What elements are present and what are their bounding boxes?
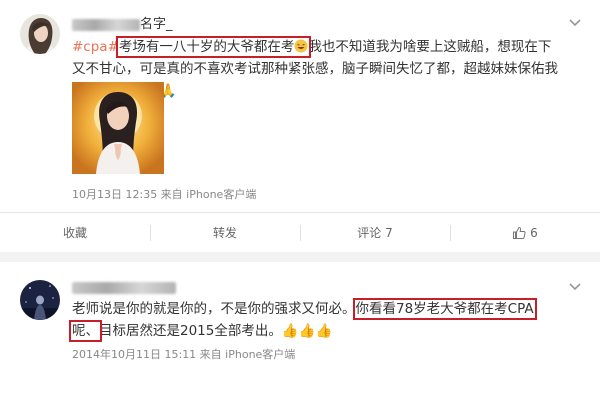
repost-label: 转发 <box>212 226 237 240</box>
post-meta: 2014年10月11日 15:11 来自 iPhone客户端 <box>72 348 296 361</box>
chevron-down-icon[interactable] <box>568 18 582 28</box>
blurred-username <box>72 18 140 31</box>
avatar[interactable] <box>20 280 60 320</box>
comment-label: 评论 7 <box>357 226 393 240</box>
like-button[interactable]: 6 <box>450 213 600 252</box>
post-text: 老师说是你的就是你的，不是你的强求又何必。你看看78岁老大爷都在考CPA呢、目标… <box>69 298 560 342</box>
blurred-username <box>72 281 176 294</box>
highlighted-text: 考场有一八十岁的大爷都在考 <box>115 36 312 58</box>
action-bar: 收藏 转发 评论 7 6 <box>0 212 600 252</box>
post-image[interactable] <box>72 82 164 174</box>
username-suffix: 名字_ <box>140 17 173 32</box>
like-count: 6 <box>530 225 538 240</box>
username[interactable] <box>72 280 176 295</box>
post-meta: 10月13日 12:35 来自 iPhone客户端 <box>72 188 257 201</box>
repost-button[interactable]: 转发 <box>150 213 300 252</box>
chevron-down-icon[interactable] <box>568 282 582 292</box>
highlight-text-content: 考场有一八十岁的大爷都在考 <box>118 39 295 55</box>
thumbs-up-icon <box>513 226 526 239</box>
topic-tag[interactable]: #cpa# <box>72 39 119 55</box>
favorite-button[interactable]: 收藏 <box>0 213 150 252</box>
favorite-label: 收藏 <box>62 226 87 240</box>
username[interactable]: 名字_ <box>72 13 173 32</box>
avatar[interactable] <box>20 14 60 54</box>
thumbs-up-emojis: 👍👍👍 <box>281 323 333 339</box>
post-card: 名字_ #cpa#考场有一八十岁的大爷都在考 我也不知道我为啥要上这贼船，想现在下… <box>0 0 600 252</box>
post-text-before: 老师说是你的就是你的，不是你的强求又何必。 <box>72 301 356 317</box>
post-text-after: 目标居然还是2015全部考出。 <box>99 323 282 339</box>
post-card: 老师说是你的就是你的，不是你的强求又何必。你看看78岁老大爷都在考CPA呢、目标… <box>0 262 600 415</box>
laughing-emoji-icon <box>294 39 308 53</box>
comment-button[interactable]: 评论 7 <box>300 213 450 252</box>
